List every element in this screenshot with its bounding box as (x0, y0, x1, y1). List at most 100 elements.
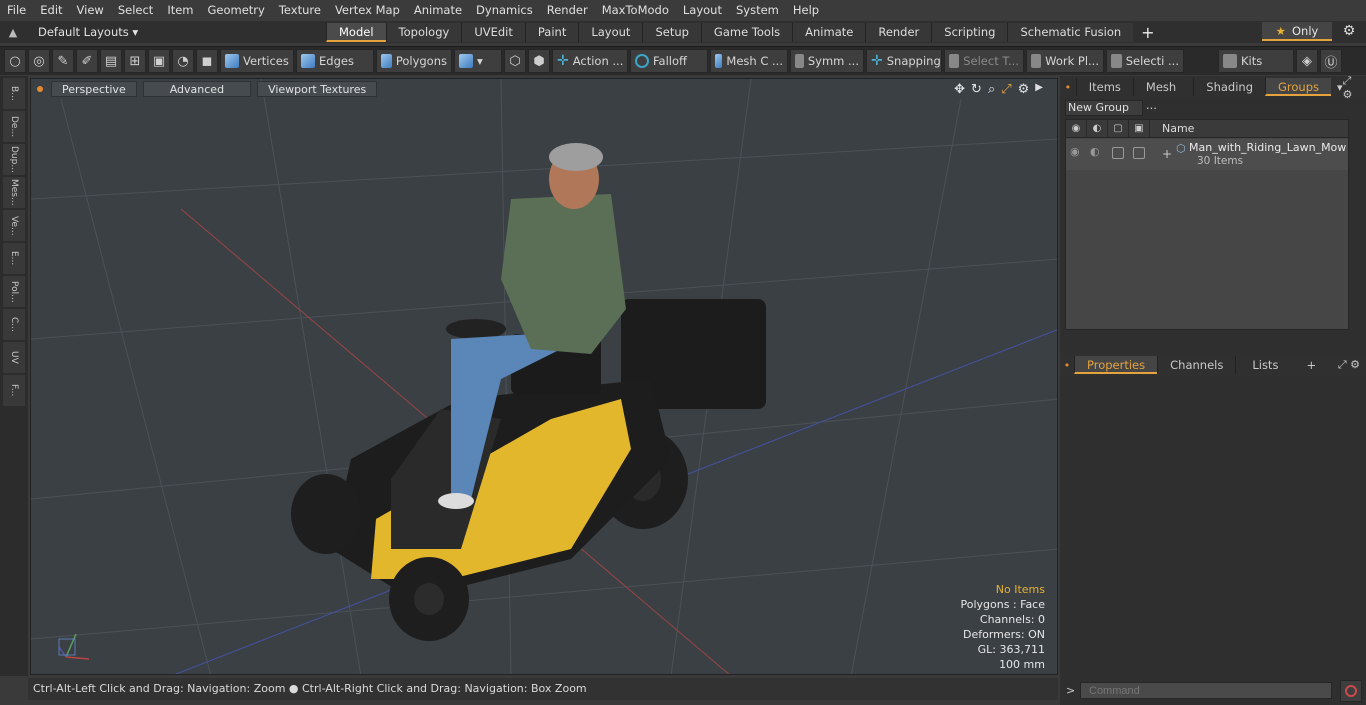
play-icon[interactable]: ▶ (1035, 82, 1043, 97)
only-toggle[interactable]: ★ Only (1262, 22, 1332, 41)
menu-texture[interactable]: Texture (272, 0, 328, 21)
menu-dynamics[interactable]: Dynamics (469, 0, 540, 21)
tab-uvedit[interactable]: UVEdit (461, 22, 525, 42)
action-center-button[interactable]: ✛ Action ... (552, 49, 628, 73)
kits-button[interactable]: Kits (1218, 49, 1294, 73)
3d-viewport[interactable]: Perspective Advanced Viewport Textures ✥… (30, 78, 1058, 675)
select-checkbox[interactable] (1133, 147, 1145, 159)
pen-icon[interactable]: ✎ (52, 49, 74, 73)
left-tab-deform[interactable]: De... (3, 111, 25, 142)
command-record-button[interactable] (1340, 680, 1362, 702)
snap-grid-icon[interactable]: ⬡ (504, 49, 526, 73)
selection-sets-button[interactable]: Selecti ... (1106, 49, 1184, 73)
unreal-icon[interactable]: Ⓤ (1320, 49, 1342, 73)
polygons-button[interactable]: Polygons (376, 49, 452, 73)
center-icon[interactable]: ⊞ (124, 49, 146, 73)
tab-layout[interactable]: Layout (578, 22, 643, 42)
left-tab-fusion[interactable]: F... (3, 375, 25, 406)
tab-scripting[interactable]: Scripting (931, 22, 1008, 42)
tab-animate[interactable]: Animate (792, 22, 866, 42)
tab-render[interactable]: Render (865, 22, 932, 42)
menu-animate[interactable]: Animate (407, 0, 469, 21)
menu-render[interactable]: Render (540, 0, 595, 21)
gear-icon[interactable]: ⚙ (1340, 23, 1358, 41)
expand-icon[interactable]: ⤢ ⚙ (1338, 358, 1360, 372)
tab-setup[interactable]: Setup (642, 22, 701, 42)
left-tab-uv[interactable]: UV (3, 342, 25, 373)
menu-view[interactable]: View (70, 0, 111, 21)
visibility-eye-icon[interactable]: ◉ (1070, 145, 1080, 158)
viewport-menu-dot[interactable] (37, 86, 43, 92)
menu-vertex-map[interactable]: Vertex Map (328, 0, 407, 21)
panel-dot-icon[interactable]: • (1060, 81, 1076, 94)
snapping-button[interactable]: ✛ Snapping (866, 49, 942, 73)
refresh-icon[interactable]: ↻ (971, 82, 982, 97)
frame-icon[interactable]: ▣ (148, 49, 170, 73)
lock-checkbox[interactable] (1112, 147, 1124, 159)
globe-icon[interactable]: ◎ (28, 49, 50, 73)
rotate-icon[interactable]: ◔ (172, 49, 194, 73)
tab-game-tools[interactable]: Game Tools (700, 22, 793, 42)
tab-properties[interactable]: Properties (1074, 356, 1158, 374)
falloff-button[interactable]: Falloff (630, 49, 708, 73)
eye-icon[interactable]: ◉ (1066, 119, 1087, 138)
snap-element-icon[interactable]: ⬢ (528, 49, 550, 73)
left-tab-duplicate[interactable]: Dup... (3, 144, 25, 175)
tab-groups[interactable]: Groups (1265, 78, 1332, 96)
layout-dropdown[interactable]: Default Layouts ▾ (26, 25, 326, 39)
menu-edit[interactable]: Edit (33, 0, 69, 21)
advanced-button[interactable]: Advanced (142, 81, 252, 97)
layout-collapse-icon[interactable]: ▲ (0, 26, 26, 39)
tab-lists[interactable]: Lists (1235, 356, 1294, 374)
menu-layout[interactable]: Layout (676, 0, 729, 21)
tab-topology[interactable]: Topology (385, 22, 462, 42)
item-mode-button[interactable]: ▾ (454, 49, 502, 73)
render-icon[interactable]: ◐ (1087, 119, 1108, 138)
align-icon[interactable]: ▤ (100, 49, 122, 73)
menu-select[interactable]: Select (111, 0, 160, 21)
tab-channels[interactable]: Channels (1157, 356, 1235, 374)
left-tab-basic[interactable]: B... (3, 78, 25, 109)
menu-system[interactable]: System (729, 0, 786, 21)
vertices-button[interactable]: Vertices (220, 49, 294, 73)
tab-model[interactable]: Model (326, 22, 386, 42)
expand-icon[interactable]: ⤢ ⚙ (1343, 74, 1360, 101)
mesh-constraints-button[interactable]: Mesh C ... (710, 49, 788, 73)
brush-icon[interactable]: ✐ (76, 49, 98, 73)
left-tab-vertex[interactable]: Ve... (3, 210, 25, 241)
tab-items[interactable]: Items (1075, 78, 1133, 96)
left-tab-mesh-edit[interactable]: Mes... (3, 177, 25, 208)
table-row[interactable]: ◉ ◐ + ⬡ Man_with_Riding_Lawn_Mow ... 30 … (1066, 139, 1348, 170)
panel-dot-icon[interactable]: • (1060, 359, 1074, 372)
menu-help[interactable]: Help (786, 0, 826, 21)
tab-shading[interactable]: Shading (1193, 78, 1265, 96)
add-panel-tab-button[interactable]: + (1294, 356, 1328, 374)
circle-select-icon[interactable]: ○ (4, 49, 26, 73)
move-icon[interactable]: ✥ (954, 82, 965, 97)
tab-mesh[interactable]: Mesh ... (1132, 78, 1193, 112)
lock-icon[interactable]: ▢ (1108, 119, 1129, 138)
search-icon[interactable]: ⌕ (988, 82, 995, 97)
mower-model[interactable] (291, 143, 766, 641)
symmetry-button[interactable]: Symm ... (790, 49, 864, 73)
left-tab-curve[interactable]: C... (3, 309, 25, 340)
render-toggle-icon[interactable]: ◐ (1090, 145, 1100, 158)
command-input[interactable] (1080, 682, 1332, 699)
menu-geometry[interactable]: Geometry (201, 0, 272, 21)
edges-button[interactable]: Edges (296, 49, 374, 73)
new-group-button[interactable]: New Group (1065, 100, 1143, 116)
left-tab-edge[interactable]: E... (3, 243, 25, 274)
select-through-button[interactable]: Select T... (944, 49, 1024, 73)
tab-schematic-fusion[interactable]: Schematic Fusion (1007, 22, 1134, 42)
unity-icon[interactable]: ◈ (1296, 49, 1318, 73)
cube-icon[interactable]: ◼ (196, 49, 218, 73)
gear-icon[interactable]: ⚙ (1018, 82, 1030, 97)
expand-plus-icon[interactable]: + (1162, 147, 1172, 161)
select-icon[interactable]: ▣ (1129, 119, 1150, 138)
menu-maxtomodo[interactable]: MaxToModo (595, 0, 676, 21)
left-tab-polygon[interactable]: Pol... (3, 276, 25, 307)
menu-item[interactable]: Item (160, 0, 200, 21)
tab-paint[interactable]: Paint (524, 22, 579, 42)
add-tab-button[interactable]: + (1133, 23, 1162, 42)
work-plane-button[interactable]: Work Pl... (1026, 49, 1104, 73)
